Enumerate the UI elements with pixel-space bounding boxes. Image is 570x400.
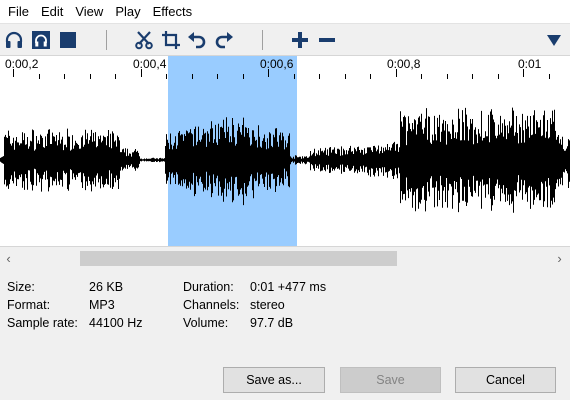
ruler-tick (115, 74, 116, 79)
menu-bar: File Edit View Play Effects (0, 0, 570, 24)
format-value: MP3 (89, 298, 115, 312)
ruler-tick (166, 74, 167, 79)
scroll-right-icon[interactable]: › (551, 248, 568, 269)
ruler-tick (192, 74, 193, 79)
zoom-in-icon[interactable] (288, 28, 312, 52)
ruler-tick (268, 69, 269, 77)
ruler-tick (64, 74, 65, 79)
scroll-left-icon[interactable]: ‹ (0, 248, 17, 269)
format-label: Format: (7, 298, 51, 312)
volume-label: Volume: (183, 316, 229, 330)
menu-file[interactable]: File (2, 0, 35, 24)
ruler-tick (319, 74, 320, 79)
undo-icon[interactable] (185, 28, 209, 52)
headphones-icon[interactable] (2, 28, 26, 52)
menu-effects[interactable]: Effects (147, 0, 199, 24)
ruler-tick (447, 74, 448, 79)
ruler-tick (472, 74, 473, 79)
ruler-tick (523, 69, 524, 77)
ruler-tick (370, 74, 371, 79)
cancel-button[interactable]: Cancel (455, 367, 556, 393)
duration-label: Duration: (183, 280, 234, 294)
horizontal-scrollbar[interactable]: ‹ › (0, 248, 570, 269)
ruler-tick (243, 74, 244, 79)
menu-edit[interactable]: Edit (35, 0, 69, 24)
ruler-label: 0:00,6 (260, 57, 294, 71)
waveform-path (0, 107, 570, 213)
ruler-tick (141, 69, 142, 77)
cut-icon[interactable] (132, 28, 156, 52)
ruler-label: 0:00,2 (5, 57, 39, 71)
save-as-button[interactable]: Save as... (223, 367, 325, 393)
ruler-tick (217, 74, 218, 79)
ruler-label: 0:00,8 (387, 57, 421, 71)
headphones-selection-icon[interactable] (29, 28, 53, 52)
ruler-tick (396, 69, 397, 77)
toolbar-separator (262, 30, 263, 50)
ruler-tick (39, 74, 40, 79)
ruler-tick (294, 74, 295, 79)
ruler-tick (498, 74, 499, 79)
channels-label: Channels: (183, 298, 240, 312)
menu-play[interactable]: Play (109, 0, 146, 24)
save-button[interactable]: Save (340, 367, 441, 393)
channels-value: stereo (250, 298, 285, 312)
sample-rate-value: 44100 Hz (89, 316, 143, 330)
sample-rate-label: Sample rate: (7, 316, 78, 330)
toolbar-separator (106, 30, 107, 50)
duration-value: 0:01 +477 ms (250, 280, 327, 294)
ruler-tick (90, 74, 91, 79)
ruler-tick (421, 74, 422, 79)
size-value: 26 KB (89, 280, 124, 294)
crop-icon[interactable] (159, 28, 183, 52)
scroll-thumb[interactable] (80, 251, 397, 266)
zoom-out-icon[interactable] (315, 28, 339, 52)
ruler-label: 0:01 (518, 57, 542, 71)
stop-icon[interactable] (56, 28, 80, 52)
dropdown-triangle-icon[interactable] (542, 28, 566, 52)
ruler-tick (13, 69, 14, 77)
redo-icon[interactable] (212, 28, 236, 52)
menu-view[interactable]: View (69, 0, 109, 24)
waveform-editor[interactable]: 0:00,2 0:00,4 0:00,6 0:00,8 0:01 (0, 55, 570, 247)
ruler-tick (549, 74, 550, 79)
toolbar (0, 25, 570, 55)
size-label: Size: (7, 280, 35, 294)
volume-value: 97.7 dB (250, 316, 294, 330)
ruler-tick (345, 74, 346, 79)
waveform (0, 107, 570, 213)
ruler-label: 0:00,4 (133, 57, 167, 71)
